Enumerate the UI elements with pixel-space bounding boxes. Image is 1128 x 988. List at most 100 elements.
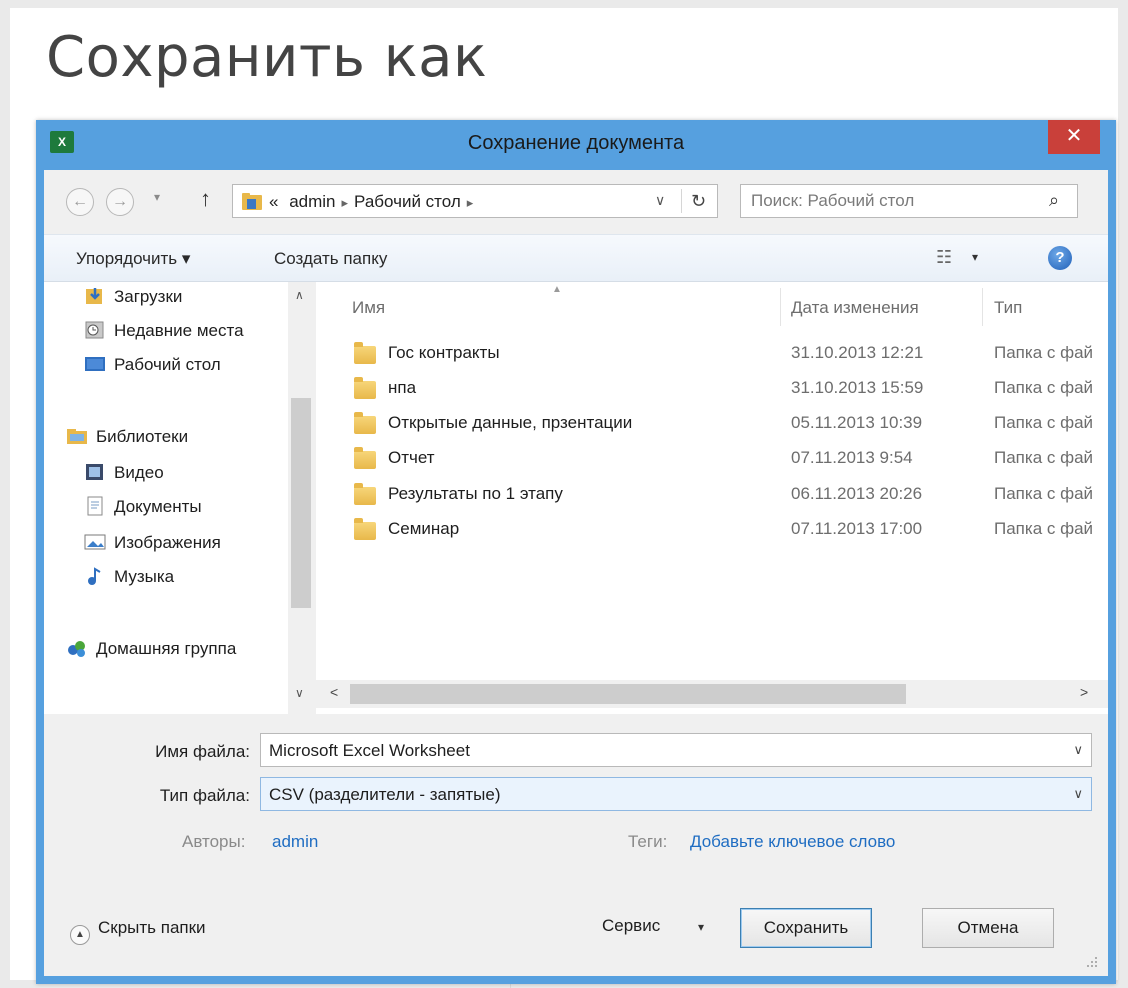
dialog-titlebar[interactable]: X Сохранение документа ✕ — [36, 120, 1116, 170]
recent-locations-dropdown[interactable]: ▾ — [154, 190, 160, 204]
view-options-icon[interactable]: ☷ — [936, 247, 952, 268]
save-button[interactable]: Сохранить — [740, 908, 872, 948]
filetype-value: CSV (разделители - запятые) — [269, 785, 501, 804]
tree-item-label: Видео — [114, 463, 164, 482]
scroll-down-arrow[interactable]: ∨ — [295, 686, 304, 700]
address-dropdown[interactable]: ∨ — [655, 192, 665, 209]
chevron-down-icon[interactable]: ∨ — [1073, 742, 1083, 758]
forward-button[interactable]: → — [106, 188, 134, 216]
table-row[interactable]: нпа 31.10.2013 15:59 Папка с фай — [346, 371, 1108, 405]
tree-item-label: Рабочий стол — [114, 355, 221, 374]
filename-input[interactable]: Microsoft Excel Worksheet ∨ — [260, 733, 1092, 767]
tools-dropdown-icon[interactable]: ▾ — [698, 920, 704, 934]
file-type: Папка с фай — [994, 484, 1094, 503]
file-type: Папка с фай — [994, 343, 1094, 362]
navigation-bar: ← → ▾ ↑ « admin ▸ Рабочий стол ▸ ∨ ↻ Пои… — [44, 170, 1108, 234]
file-name: Отчет — [388, 448, 435, 467]
tree-item-documents[interactable]: Документы — [84, 496, 202, 524]
breadcrumb-item-admin[interactable]: admin — [289, 192, 335, 211]
authors-field[interactable]: admin — [272, 832, 318, 852]
authors-label: Авторы: — [182, 832, 246, 851]
file-type: Папка с фай — [994, 378, 1094, 397]
table-row[interactable]: Семинар 07.11.2013 17:00 Папка с фай — [346, 512, 1108, 546]
folder-location-icon — [242, 193, 262, 210]
scroll-thumb[interactable] — [350, 684, 906, 704]
filetype-select[interactable]: CSV (разделители - запятые) ∨ — [260, 777, 1092, 811]
search-icon[interactable]: ⌕ — [1041, 190, 1067, 212]
address-bar[interactable]: « admin ▸ Рабочий стол ▸ ∨ ↻ — [232, 184, 718, 218]
tree-item-music[interactable]: Музыка — [84, 566, 174, 594]
close-button[interactable]: ✕ — [1048, 120, 1100, 154]
organize-menu[interactable]: Упорядочить ▾ — [76, 249, 190, 269]
page-heading: Сохранить как — [46, 25, 488, 90]
view-options-dropdown[interactable]: ▾ — [972, 250, 978, 264]
cancel-button[interactable]: Отмена — [922, 908, 1054, 948]
help-icon[interactable]: ? — [1048, 246, 1072, 270]
tree-item-recent-places[interactable]: Недавние места — [84, 320, 244, 348]
tree-item-label: Библиотеки — [96, 427, 189, 446]
downloads-icon — [86, 288, 102, 304]
tags-label: Теги: — [628, 832, 668, 851]
file-name: нпа — [388, 378, 417, 397]
column-header-type[interactable]: Тип — [994, 298, 1022, 318]
folder-icon — [354, 518, 376, 540]
refresh-button[interactable]: ↻ — [681, 189, 715, 213]
tree-item-label: Документы — [114, 497, 202, 516]
breadcrumb-separator[interactable]: ▸ — [342, 195, 349, 210]
tree-item-desktop[interactable]: Рабочий стол — [84, 354, 221, 382]
tree-item-pictures[interactable]: Изображения — [84, 532, 221, 560]
file-type: Папка с фай — [994, 519, 1094, 538]
file-date: 06.11.2013 20:26 — [791, 484, 923, 503]
file-name: Гос контракты — [388, 343, 500, 362]
folder-icon — [354, 342, 376, 364]
breadcrumb-item-desktop[interactable]: Рабочий стол — [354, 192, 461, 211]
tree-item-video[interactable]: Видео — [84, 462, 164, 490]
filetype-label: Тип файла: — [159, 786, 250, 805]
desktop-icon — [85, 357, 105, 371]
file-type: Папка с фай — [994, 448, 1094, 467]
chevron-down-icon[interactable]: ∨ — [1073, 786, 1083, 802]
tools-menu[interactable]: Сервис — [602, 916, 660, 936]
scroll-left-arrow[interactable]: < — [330, 684, 338, 700]
hide-folders-button[interactable]: ▲ Скрыть папки — [70, 918, 206, 945]
tree-item-label: Изображения — [114, 533, 221, 552]
column-separator[interactable] — [780, 288, 781, 326]
file-date: 07.11.2013 9:54 — [791, 448, 913, 467]
breadcrumb: « admin ▸ Рабочий стол ▸ — [269, 192, 479, 212]
navigation-pane-scrollbar[interactable]: ∧ — [288, 282, 314, 682]
scroll-right-arrow[interactable]: > — [1080, 684, 1088, 700]
tree-item-homegroup[interactable]: Домашняя группа — [66, 638, 236, 666]
column-separator[interactable] — [982, 288, 983, 326]
breadcrumb-separator[interactable]: ▸ — [467, 195, 474, 210]
tags-field[interactable]: Добавьте ключевое слово — [690, 832, 895, 852]
command-toolbar: Упорядочить ▾ Создать папку ☷ ▾ ? — [44, 234, 1108, 282]
table-row[interactable]: Результаты по 1 этапу 06.11.2013 20:26 П… — [346, 477, 1108, 511]
pictures-icon — [84, 534, 106, 550]
search-box[interactable]: ⌕ — [740, 184, 1078, 218]
table-row[interactable]: Гос контракты 31.10.2013 12:21 Папка с ф… — [346, 336, 1108, 370]
tree-item-libraries[interactable]: Библиотеки — [66, 426, 188, 454]
recent-places-icon — [85, 321, 104, 339]
file-list: ▲ Имя Дата изменения Тип Гос контракты 3… — [316, 282, 1108, 714]
column-header-date[interactable]: Дата изменения — [791, 298, 919, 318]
file-date: 31.10.2013 12:21 — [791, 343, 924, 362]
scroll-up-arrow[interactable]: ∧ — [295, 288, 304, 302]
file-type: Папка с фай — [994, 413, 1094, 432]
table-row[interactable]: Открытые данные, прзентации 05.11.2013 1… — [346, 406, 1108, 440]
folder-icon — [354, 483, 376, 505]
horizontal-scrollbar[interactable]: < > — [316, 680, 1108, 708]
up-button[interactable]: ↑ — [200, 186, 211, 212]
new-folder-button[interactable]: Создать папку — [274, 249, 387, 269]
filename-value: Microsoft Excel Worksheet — [269, 741, 470, 760]
folder-icon — [354, 412, 376, 434]
column-header-name[interactable]: Имя — [352, 298, 385, 318]
scroll-thumb[interactable] — [291, 398, 311, 608]
table-row[interactable]: Отчет 07.11.2013 9:54 Папка с фай — [346, 441, 1108, 475]
search-input[interactable] — [751, 191, 1031, 211]
file-date: 31.10.2013 15:59 — [791, 378, 924, 397]
back-button[interactable]: ← — [66, 188, 94, 216]
tree-item-downloads[interactable]: Загрузки — [84, 286, 182, 314]
video-icon — [86, 464, 103, 480]
breadcrumb-overflow[interactable]: « — [269, 192, 278, 211]
resize-grip-icon[interactable] — [1084, 954, 1098, 968]
